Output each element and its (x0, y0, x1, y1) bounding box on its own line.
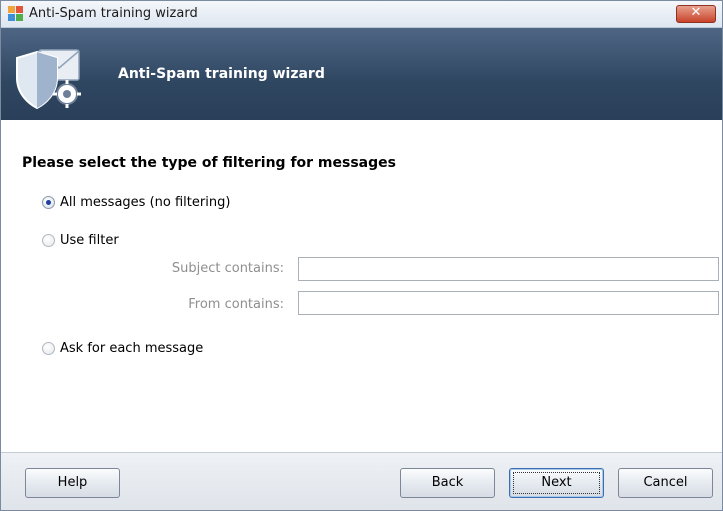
next-button-label: Next (541, 475, 572, 490)
subject-label: Subject contains: (171, 261, 284, 276)
option-label: Use filter (60, 232, 119, 248)
close-icon: ✕ (690, 5, 702, 20)
section-heading: Please select the type of filtering for … (22, 155, 396, 171)
banner-title: Anti-Spam training wizard (118, 66, 325, 82)
shield-mail-gear-icon (16, 49, 81, 110)
help-button[interactable]: Help (25, 468, 120, 498)
cancel-button[interactable]: Cancel (618, 468, 713, 498)
option-label: All messages (no filtering) (60, 194, 231, 210)
button-bar: Help Back Next Cancel (1, 452, 722, 510)
subject-contains-field[interactable] (298, 257, 719, 281)
back-button[interactable]: Back (400, 468, 495, 498)
from-label: From contains: (188, 297, 284, 312)
option-ask-each[interactable]: Ask for each message (42, 339, 203, 357)
window-title: Anti-Spam training wizard (29, 6, 198, 21)
option-all-messages[interactable]: All messages (no filtering) (42, 193, 230, 211)
header-banner: Anti-Spam training wizard (1, 28, 722, 120)
option-use-filter[interactable]: Use filter (42, 231, 119, 249)
radio-button-selected[interactable] (42, 195, 55, 209)
close-button[interactable]: ✕ (676, 5, 716, 23)
title-bar: Anti-Spam training wizard ✕ (1, 1, 722, 28)
avg-logo-icon (8, 6, 23, 21)
radio-button[interactable] (42, 233, 55, 247)
wizard-content: Please select the type of filtering for … (1, 120, 722, 452)
next-button[interactable]: Next (509, 468, 604, 498)
option-label: Ask for each message (60, 340, 204, 356)
radio-button[interactable] (42, 341, 55, 355)
from-contains-field[interactable] (298, 291, 719, 315)
wizard-window: Anti-Spam training wizard ✕ Anti-Spam tr… (0, 0, 723, 511)
